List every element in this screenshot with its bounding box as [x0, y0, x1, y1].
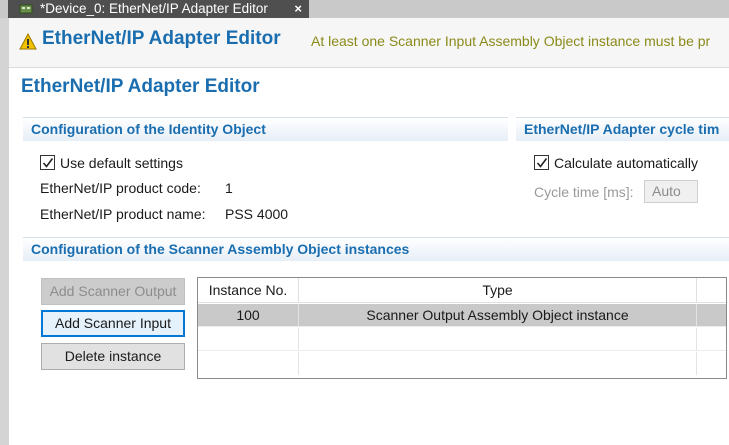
use-default-settings-checkbox[interactable] [40, 155, 55, 170]
tab-device-editor[interactable]: *Device_0: EtherNet/IP Adapter Editor × [8, 0, 309, 18]
empty-cell [299, 352, 697, 375]
cycle-section-header[interactable]: EtherNet/IP Adapter cycle tim [516, 117, 729, 141]
empty-cell [198, 352, 299, 375]
table-row-empty [198, 352, 726, 375]
add-scanner-output-button[interactable]: Add Scanner Output [41, 278, 185, 305]
checkmark-icon [536, 158, 548, 168]
product-name-value: PSS 4000 [225, 206, 289, 222]
close-icon[interactable]: × [294, 0, 302, 17]
cell-instance-no: 100 [198, 304, 299, 327]
empty-cell [198, 328, 299, 351]
cycle-time-label: Cycle time [ms]: [534, 184, 634, 200]
cell-type: Scanner Output Assembly Object instance [299, 304, 697, 327]
product-name-label: EtherNet/IP product name: [40, 206, 206, 222]
product-code-value: 1 [225, 180, 233, 196]
calculate-automatically-label: Calculate automatically [554, 155, 698, 171]
header-warning-message: At least one Scanner Input Assembly Obje… [311, 33, 711, 49]
column-header-instance-no[interactable]: Instance No. [198, 278, 299, 303]
table-row-empty [198, 328, 726, 351]
product-code-label: EtherNet/IP product code: [40, 180, 201, 196]
editor-tab-strip: *Device_0: EtherNet/IP Adapter Editor × [0, 0, 729, 18]
column-header-type[interactable]: Type [299, 278, 697, 303]
use-default-settings-label: Use default settings [60, 155, 183, 171]
checkmark-icon [42, 158, 54, 168]
warning-icon [19, 33, 37, 50]
device-icon [19, 4, 33, 14]
empty-cell [299, 328, 697, 351]
tab-title: *Device_0: EtherNet/IP Adapter Editor [40, 1, 268, 16]
identity-section-header[interactable]: Configuration of the Identity Object [23, 117, 508, 141]
page-title: EtherNet/IP Adapter Editor [21, 76, 260, 97]
instances-table[interactable]: Instance No. Type 100 Scanner Output Ass… [197, 277, 727, 379]
header-title: EtherNet/IP Adapter Editor [42, 28, 281, 49]
column-header-filler [697, 278, 726, 303]
calculate-automatically-checkbox[interactable] [534, 155, 549, 170]
cycle-time-input[interactable]: Auto [644, 180, 698, 203]
scanner-section-header[interactable]: Configuration of the Scanner Assembly Ob… [23, 237, 729, 261]
delete-instance-button[interactable]: Delete instance [41, 343, 185, 370]
table-row[interactable]: 100 Scanner Output Assembly Object insta… [198, 304, 726, 327]
left-rail [0, 18, 9, 445]
editor-header: EtherNet/IP Adapter Editor At least one … [9, 18, 729, 68]
add-scanner-input-button[interactable]: Add Scanner Input [41, 310, 185, 337]
